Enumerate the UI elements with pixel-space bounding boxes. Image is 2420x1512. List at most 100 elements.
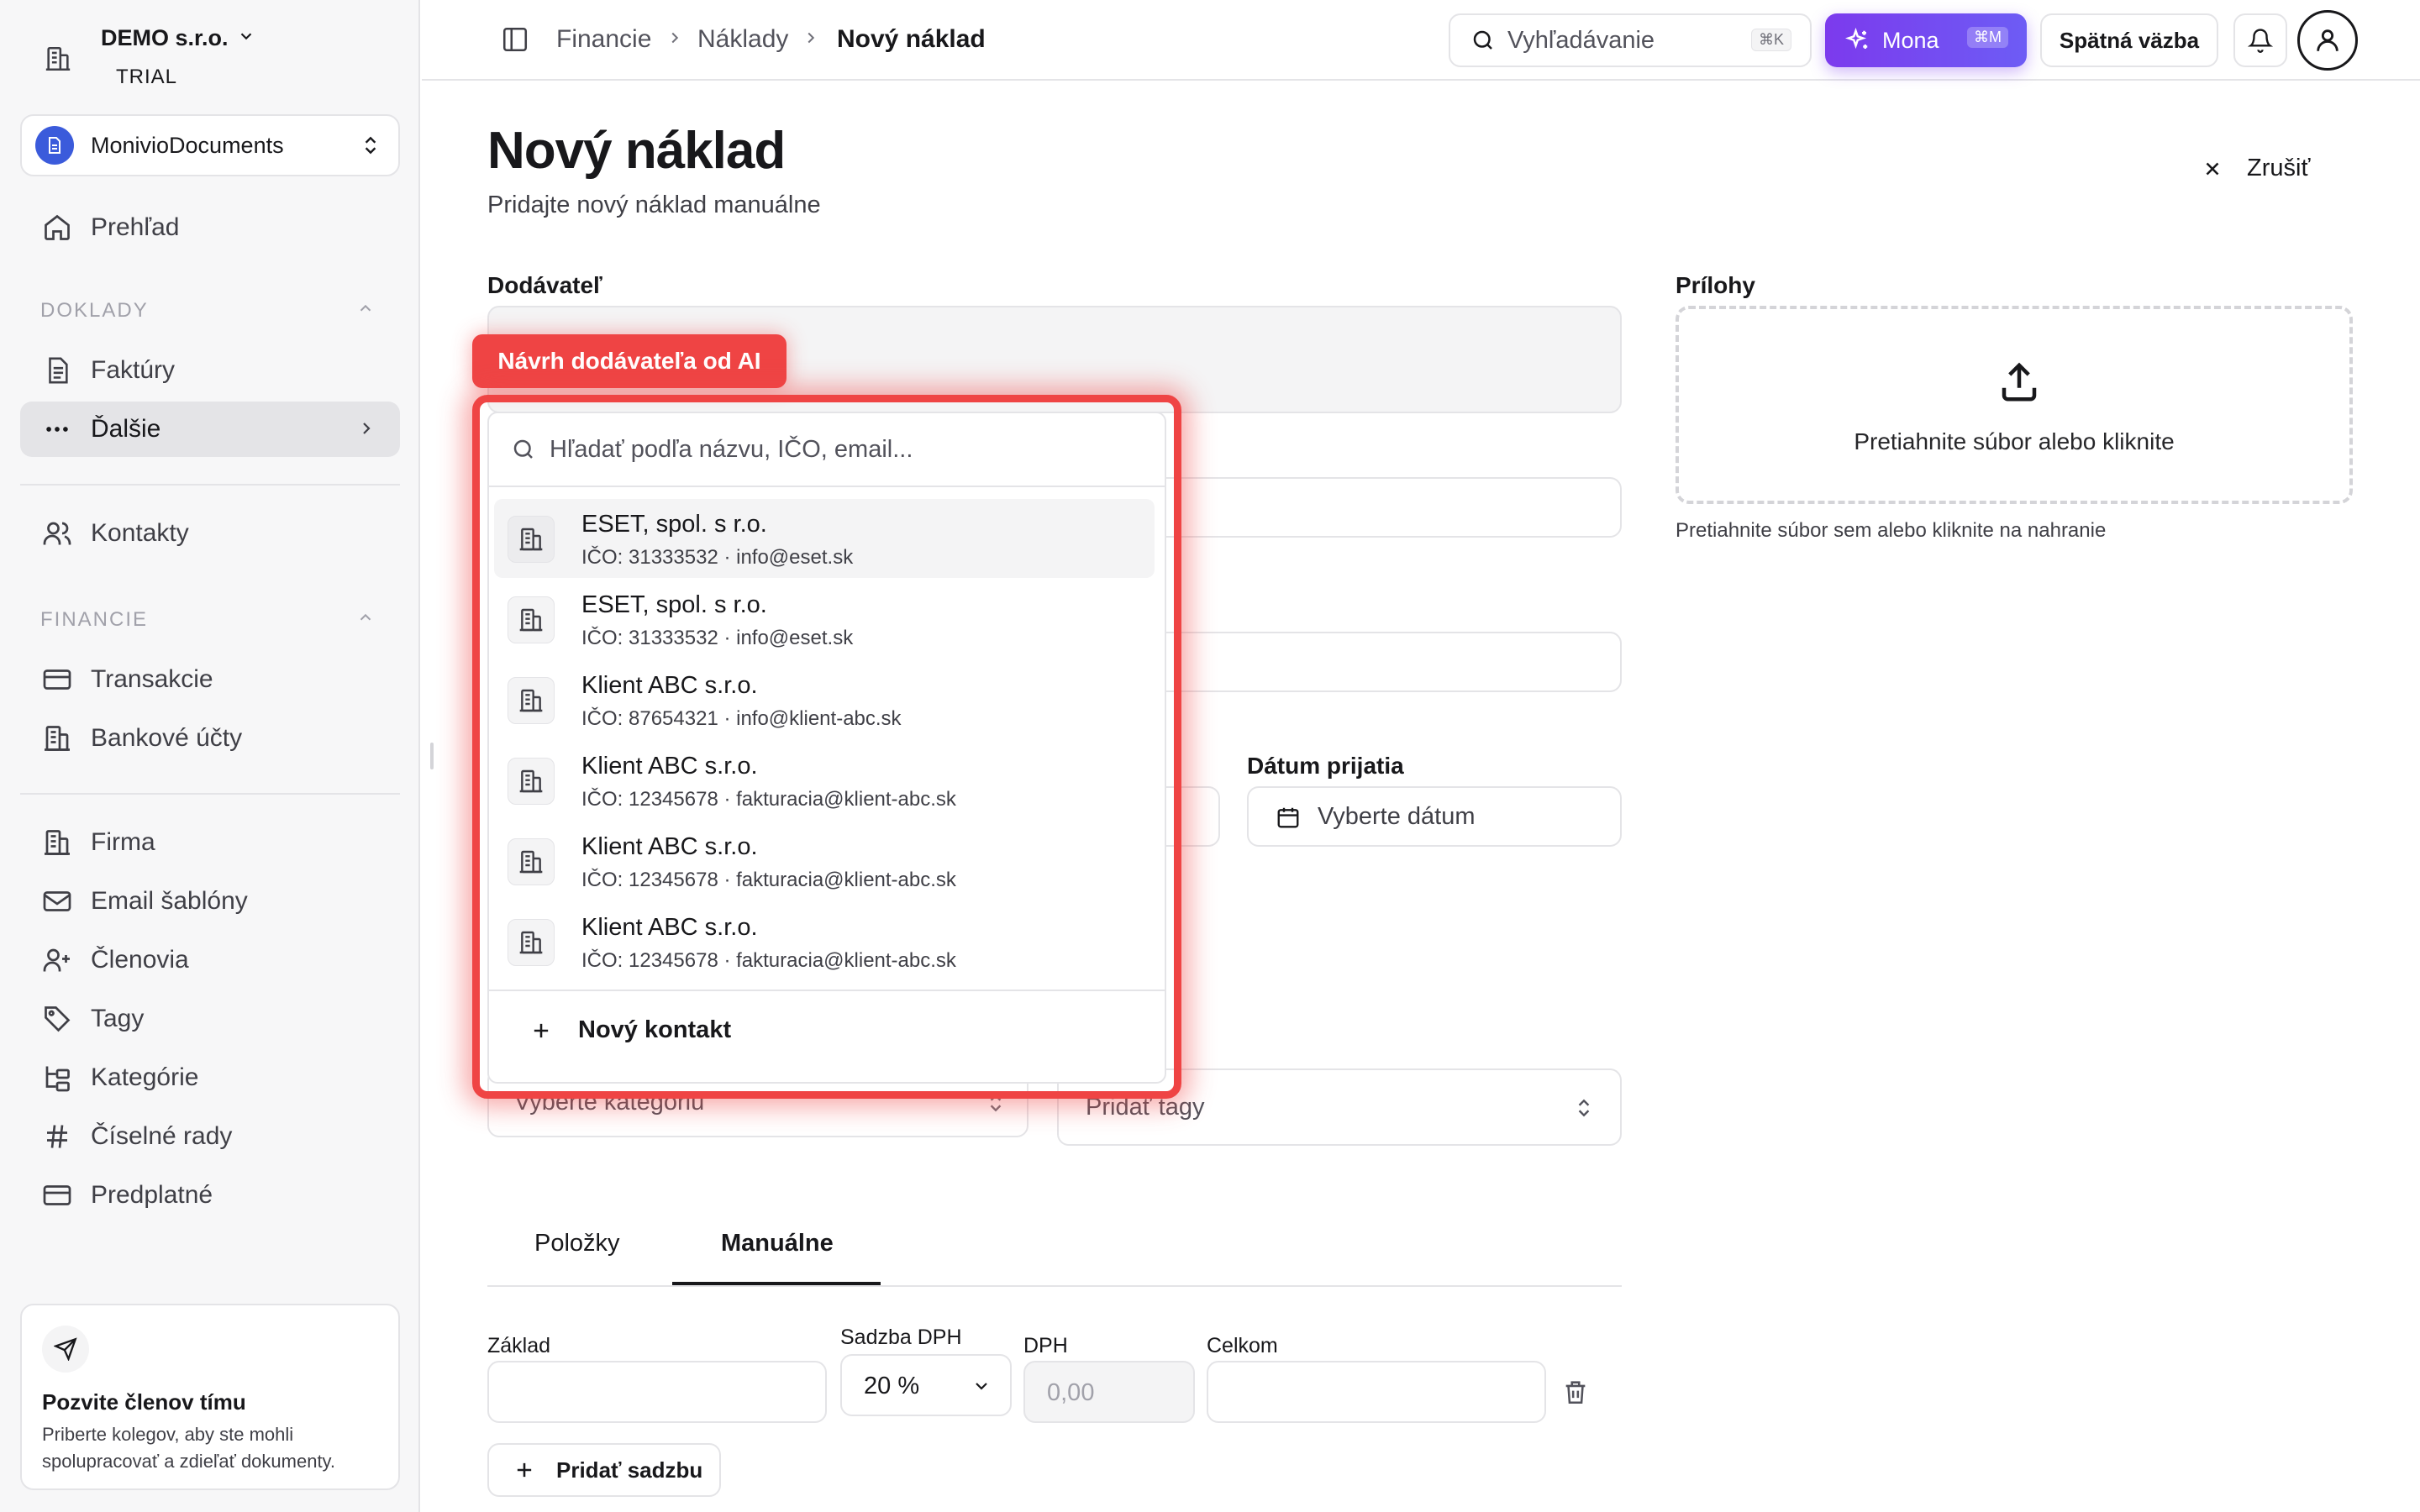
- divider: [20, 484, 400, 486]
- breadcrumb-current: Nový náklad: [837, 25, 986, 53]
- sidebar-item-overview[interactable]: Prehľad: [20, 200, 400, 255]
- supplier-option[interactable]: Klient ABC s.r.o. IČO: 12345678 · faktur…: [494, 741, 1155, 820]
- sidebar-item-contacts[interactable]: Kontakty: [20, 506, 400, 561]
- sidebar-item-company[interactable]: Firma: [20, 815, 400, 870]
- total-input[interactable]: [1207, 1361, 1546, 1423]
- breadcrumb-naklady[interactable]: Náklady: [697, 25, 788, 54]
- cancel-button[interactable]: Zrušiť: [2202, 155, 2310, 182]
- sidebar-item-label: Transakcie: [91, 665, 213, 693]
- search-button[interactable]: Vyhľadávanie ⌘K: [1449, 13, 1812, 67]
- supplier-search-placeholder: Hľadať podľa názvu, IČO, email...: [550, 435, 913, 463]
- app-name: MonivioDocuments: [91, 132, 284, 158]
- sidebar-item-transactions[interactable]: Transakcie: [20, 652, 400, 707]
- more-horizontal-icon: [39, 415, 76, 444]
- base-input[interactable]: [487, 1361, 827, 1423]
- plus-icon: [517, 1462, 532, 1478]
- user-avatar-icon[interactable]: [2297, 10, 2358, 71]
- vat-rate-select[interactable]: 20 %: [840, 1354, 1012, 1416]
- sidebar-item-label: Kontakty: [91, 519, 189, 547]
- sidebar-item-email-templates[interactable]: Email šablóny: [20, 874, 400, 929]
- supplier-option-name: ESET, spol. s r.o.: [581, 511, 767, 538]
- bell-icon[interactable]: [2233, 13, 2287, 67]
- file-text-icon: [39, 356, 76, 385]
- sidebar-item-label: Predplatné: [91, 1181, 213, 1209]
- sidebar-toggle-icon[interactable]: [501, 25, 529, 58]
- document-app-icon: [35, 126, 74, 165]
- supplier-option[interactable]: ESET, spol. s r.o. IČO: 31333532 · info@…: [494, 499, 1155, 578]
- chevron-down-icon: [971, 1376, 992, 1400]
- mona-shortcut: ⌘M: [1967, 27, 2008, 48]
- attachments-label: Prílohy: [1676, 272, 1755, 298]
- file-dropzone[interactable]: Pretiahnite súbor alebo kliknite: [1676, 306, 2353, 504]
- topbar: Financie Náklady Nový náklad Vyhľadávani…: [422, 0, 2420, 81]
- sidebar-item-invoices[interactable]: Faktúry: [20, 343, 400, 398]
- tabs-divider: [487, 1285, 1622, 1287]
- invite-card[interactable]: Pozvite členov tímu Priberte kolegov, ab…: [20, 1304, 400, 1490]
- plan-badge: TRIAL: [116, 66, 178, 88]
- received-date-picker[interactable]: Vyberte dátum: [1247, 786, 1622, 847]
- sparkles-icon: [1845, 28, 1870, 53]
- org-switcher[interactable]: DEMO s.r.o. TRIAL: [20, 24, 400, 94]
- sidebar-item-label: Firma: [91, 828, 155, 856]
- home-icon: [39, 213, 76, 243]
- building-icon: [508, 516, 555, 563]
- sidebar-item-number-series[interactable]: Číselné rady: [20, 1109, 400, 1164]
- mail-icon: [39, 886, 76, 916]
- supplier-option-name: Klient ABC s.r.o.: [581, 833, 758, 860]
- sidebar-item-categories[interactable]: Kategórie: [20, 1050, 400, 1105]
- search-icon: [1470, 28, 1496, 53]
- tab-items[interactable]: Položky: [534, 1230, 620, 1257]
- supplier-search[interactable]: Hľadať podľa názvu, IČO, email...: [489, 413, 1165, 487]
- sidebar-item-more[interactable]: Ďalšie: [20, 402, 400, 457]
- supplier-option[interactable]: Klient ABC s.r.o. IČO: 12345678 · faktur…: [494, 822, 1155, 900]
- chevron-up-icon[interactable]: [356, 299, 375, 322]
- new-contact-button[interactable]: Nový kontakt: [529, 1016, 731, 1044]
- building-icon: [508, 758, 555, 805]
- search-icon: [511, 437, 536, 462]
- mona-ai-button[interactable]: Mona ⌘M: [1825, 13, 2027, 67]
- supplier-option-detail: IČO: 12345678 · fakturacia@klient-abc.sk: [581, 949, 956, 972]
- supplier-option[interactable]: ESET, spol. s r.o. IČO: 31333532 · info@…: [494, 580, 1155, 659]
- tab-manual[interactable]: Manuálne: [721, 1230, 834, 1257]
- app-selector[interactable]: MonivioDocuments: [20, 114, 400, 176]
- mona-label: Mona: [1882, 27, 1939, 53]
- vat-amount-field: 0,00: [1023, 1361, 1195, 1423]
- supplier-option[interactable]: Klient ABC s.r.o. IČO: 87654321 · info@k…: [494, 660, 1155, 739]
- search-label: Vyhľadávanie: [1507, 26, 1655, 54]
- sidebar-item-label: Kategórie: [91, 1063, 199, 1091]
- sidebar-item-label: Ďalšie: [91, 415, 161, 443]
- feedback-button[interactable]: Spätná väzba: [2040, 13, 2218, 67]
- building-icon: [39, 827, 76, 858]
- sidebar-item-bank-accounts[interactable]: Bankové účty: [20, 711, 400, 766]
- received-date-placeholder: Vyberte dátum: [1318, 803, 1476, 830]
- supplier-option-name: Klient ABC s.r.o.: [581, 672, 758, 699]
- chevron-right-icon: [802, 29, 820, 51]
- new-contact-label: Nový kontakt: [578, 1016, 732, 1043]
- sidebar: DEMO s.r.o. TRIAL MonivioDocuments Prehľ…: [0, 0, 420, 1512]
- user-plus-icon: [39, 945, 76, 975]
- dropdown-divider: [489, 990, 1165, 991]
- supplier-option-name: ESET, spol. s r.o.: [581, 591, 767, 618]
- dropzone-text: Pretiahnite súbor alebo kliknite: [1854, 428, 2175, 454]
- org-name: DEMO s.r.o.: [101, 25, 229, 50]
- sidebar-resize-handle[interactable]: [430, 743, 434, 769]
- supplier-option[interactable]: Klient ABC s.r.o. IČO: 12345678 · faktur…: [494, 902, 1155, 981]
- chevrons-up-down-icon: [1573, 1097, 1595, 1123]
- sidebar-item-subscription[interactable]: Predplatné: [20, 1168, 400, 1223]
- calendar-icon: [1276, 805, 1301, 830]
- sidebar-item-tags[interactable]: Tagy: [20, 991, 400, 1047]
- ai-suggestion-badge: Návrh dodávateľa od AI: [472, 334, 786, 388]
- sidebar-item-label: Členovia: [91, 946, 189, 974]
- sidebar-item-label: Bankové účty: [91, 724, 243, 752]
- supplier-option-name: Klient ABC s.r.o.: [581, 914, 758, 941]
- trash-icon[interactable]: [1561, 1378, 1590, 1410]
- breadcrumb-financie[interactable]: Financie: [556, 25, 651, 54]
- supplier-option-name: Klient ABC s.r.o.: [581, 753, 758, 780]
- supplier-label: Dodávateľ: [487, 272, 602, 298]
- add-rate-button[interactable]: Pridať sadzbu: [487, 1443, 721, 1497]
- chevron-up-icon[interactable]: [356, 608, 375, 631]
- sidebar-item-members[interactable]: Členovia: [20, 932, 400, 988]
- supplier-option-detail: IČO: 87654321 · info@klient-abc.sk: [581, 707, 902, 730]
- divider: [20, 793, 400, 795]
- vat-amount-value: 0,00: [1047, 1379, 1095, 1406]
